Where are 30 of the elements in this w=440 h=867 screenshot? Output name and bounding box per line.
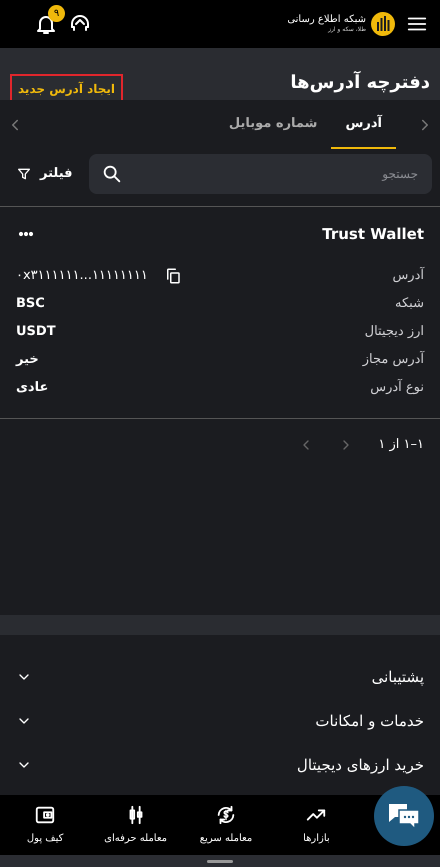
field-value: ۰x۳۱۱۱۱۱۱...۱۱۱۱۱۱۱۱ [16, 266, 148, 285]
field-value: عادی [16, 378, 48, 397]
field-label: آدرس مجاز [362, 350, 424, 369]
footer-section[interactable]: خرید ارزهای دیجیتال [16, 743, 424, 787]
nav-item[interactable]: کیف پول [0, 795, 90, 855]
page-title: دفترچه آدرس‌ها [290, 70, 430, 95]
nav-item[interactable]: معامله سریع [180, 795, 272, 855]
filter-icon [16, 166, 32, 182]
field-value: BSC [16, 294, 45, 313]
footer-section[interactable]: خدمات و امکانات [16, 699, 424, 743]
field-label: شبکه [395, 294, 424, 313]
tab[interactable]: آدرس [331, 101, 396, 149]
wallet-icon [34, 804, 56, 826]
field-value: USDT [16, 322, 56, 341]
field-label: نوع آدرس [370, 378, 424, 397]
nav-item[interactable]: بازارها [271, 795, 362, 855]
gesture-handle[interactable] [207, 860, 233, 862]
field-label: ارز دیجیتال [364, 322, 424, 341]
field-value: خیر [16, 350, 39, 369]
nav-item[interactable]: معامله حرفه‌ای [90, 795, 181, 855]
search-field[interactable]: جستجو [88, 154, 432, 194]
filter-button[interactable]: فیلتر [8, 164, 73, 184]
page-range: ۱–۱ از ۱ [378, 436, 424, 454]
wallet-name: Trust Wallet [322, 224, 424, 245]
logo-icon[interactable] [370, 11, 396, 37]
field-label: آدرس [392, 266, 424, 285]
notification-badge: ۹ [48, 5, 65, 22]
tab[interactable]: شماره موبایل [214, 101, 332, 149]
search-input[interactable]: جستجو [130, 164, 420, 184]
footer-section[interactable]: پشتیبانی [16, 655, 424, 699]
